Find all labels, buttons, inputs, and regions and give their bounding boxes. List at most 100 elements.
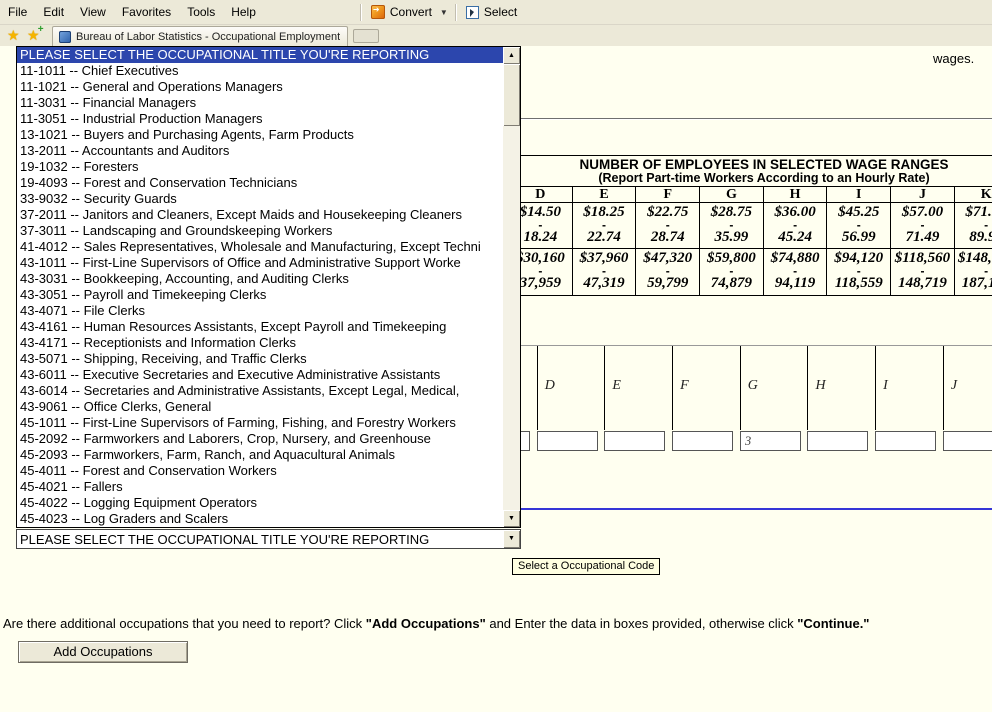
dropdown-option[interactable]: 43-1011 -- First-Line Supervisors of Off… [17,255,503,271]
entry-input[interactable] [807,431,868,451]
dropdown-option[interactable]: 43-9061 -- Office Clerks, General [17,399,503,415]
add-favorite-star-icon[interactable]: ★+ [27,27,40,44]
scrollbar-down-button[interactable]: ▼ [503,510,520,527]
dropdown-option[interactable]: 13-2011 -- Accountants and Auditors [17,143,503,159]
tab-bar: ★ ★+ Bureau of Labor Statistics - Occupa… [0,25,992,46]
dropdown-option[interactable]: 11-1021 -- General and Operations Manage… [17,79,503,95]
convert-label: Convert [390,5,432,19]
entry-cell: G [740,346,808,430]
annual-high-value: 187,199 [955,276,992,291]
entry-input[interactable] [943,431,992,451]
hourly-high-value: 89.99 [955,230,992,245]
blue-divider-line [469,508,992,510]
entry-cell: H [807,346,875,430]
hourly-high-value: 28.74 [636,230,699,245]
scrollbar-thumb[interactable] [503,64,520,126]
dropdown-option[interactable]: 11-3031 -- Financial Managers [17,95,503,111]
dropdown-option[interactable]: 43-4161 -- Human Resources Assistants, E… [17,319,503,335]
divider-line [469,118,992,120]
menu-item-favorites[interactable]: Favorites [114,1,179,23]
dropdown-option[interactable]: 45-4011 -- Forest and Conservation Worke… [17,463,503,479]
dropdown-option[interactable]: 43-4071 -- File Clerks [17,303,503,319]
dropdown-option[interactable]: 43-3051 -- Payroll and Timekeeping Clerk… [17,287,503,303]
dropdown-option[interactable]: 45-4023 -- Log Graders and Scalers [17,511,503,527]
dropdown-option[interactable]: 13-1021 -- Buyers and Purchasing Agents,… [17,127,503,143]
page-content: wages. NUMBER OF EMPLOYEES IN SELECTED W… [0,46,992,712]
dropdown-option-selected[interactable]: PLEASE SELECT THE OCCUPATIONAL TITLE YOU… [17,47,503,63]
favorites-star-icon[interactable]: ★ [7,27,20,44]
entry-cell: F [672,346,740,430]
dropdown-option[interactable]: 43-5071 -- Shipping, Receiving, and Traf… [17,351,503,367]
entry-cell: D [537,346,605,430]
menu-item-help[interactable]: Help [223,1,264,23]
entry-col-label: H [815,378,825,393]
plus-icon: + [38,24,44,35]
dropdown-option[interactable]: 11-1011 -- Chief Executives [17,63,503,79]
hourly-high-value: 71.49 [891,230,954,245]
footer-instructions: Are there additional occupations that yo… [3,616,988,631]
menu-item-file[interactable]: File [0,1,35,23]
entry-input[interactable] [875,431,936,451]
tab-title: Bureau of Labor Statistics - Occupationa… [76,31,340,43]
wage-col-header: F [636,187,700,202]
entry-col-label: E [612,378,621,393]
dropdown-option[interactable]: 43-6014 -- Secretaries and Administrativ… [17,383,503,399]
tab-favicon-icon [59,31,71,43]
menu-item-edit[interactable]: Edit [35,1,72,23]
dropdown-option[interactable]: 43-3031 -- Bookkeeping, Accounting, and … [17,271,503,287]
annual-high-value: 94,119 [764,276,827,291]
dropdown-option[interactable]: 19-4093 -- Forest and Conservation Techn… [17,175,503,191]
select-label: Select [484,5,517,19]
entry-input[interactable] [604,431,665,451]
wage-range-table: NUMBER OF EMPLOYEES IN SELECTED WAGE RAN… [508,155,992,296]
dropdown-option[interactable]: 45-4022 -- Logging Equipment Operators [17,495,503,511]
entry-cell: E [604,346,672,430]
new-tab-button[interactable] [353,29,379,43]
footer-add-occupations-ref: "Add Occupations" [366,616,486,631]
dropdown-option[interactable]: 33-9032 -- Security Guards [17,191,503,207]
entry-table: D E F G H I J [469,345,992,451]
dropdown-option[interactable]: 45-2093 -- Farmworkers, Farm, Ranch, and… [17,447,503,463]
browser-window: File Edit View Favorites Tools Help Conv… [0,0,992,712]
annual-high-value: 118,559 [827,276,890,291]
occupation-select[interactable]: PLEASE SELECT THE OCCUPATIONAL TITLE YOU… [16,529,521,549]
dropdown-option[interactable]: 45-1011 -- First-Line Supervisors of Far… [17,415,503,431]
annual-high-value: 47,319 [573,276,636,291]
dropdown-scrollbar[interactable]: ▲ ▼ [503,47,520,527]
dropdown-option[interactable]: 41-4012 -- Sales Representatives, Wholes… [17,239,503,255]
dropdown-option[interactable]: 37-3011 -- Landscaping and Groundskeepin… [17,223,503,239]
select-tool-icon [466,6,479,19]
dropdown-option[interactable]: 45-2092 -- Farmworkers and Laborers, Cro… [17,431,503,447]
hourly-high-value: 56.99 [827,230,890,245]
wage-col-header: H [764,187,828,202]
hourly-high-value: 35.99 [700,230,763,245]
menu-bar: File Edit View Favorites Tools Help Conv… [0,0,992,25]
select-button[interactable]: Select [461,3,522,21]
menu-item-view[interactable]: View [72,1,114,23]
dropdown-option[interactable]: 43-6011 -- Executive Secretaries and Exe… [17,367,503,383]
wage-table-header: NUMBER OF EMPLOYEES IN SELECTED WAGE RAN… [509,156,992,187]
dropdown-option[interactable]: 19-1032 -- Foresters [17,159,503,175]
wage-table-column-headers: D E F G H I J K [509,187,992,203]
scrollbar-up-button[interactable]: ▲ [503,47,520,64]
hourly-high-value: 45.24 [764,230,827,245]
wage-table-subtitle: (Report Part-time Workers According to a… [509,172,992,185]
dropdown-option[interactable]: 11-3051 -- Industrial Production Manager… [17,111,503,127]
convert-dropdown-arrow-icon[interactable]: ▼ [437,8,451,17]
convert-button[interactable]: Convert [366,3,437,21]
menu-item-tools[interactable]: Tools [179,1,223,23]
add-occupations-button[interactable]: Add Occupations [18,641,188,663]
dropdown-option[interactable]: 37-2011 -- Janitors and Cleaners, Except… [17,207,503,223]
wage-col-header: I [827,187,891,202]
annual-high-value: 59,799 [636,276,699,291]
dropdown-option[interactable]: 45-4021 -- Fallers [17,479,503,495]
entry-input[interactable] [672,431,733,451]
entry-table-cells: D E F G H I J [469,345,992,430]
entry-input[interactable] [740,431,801,451]
page-tab[interactable]: Bureau of Labor Statistics - Occupationa… [52,26,348,46]
dropdown-option[interactable]: 43-4171 -- Receptionists and Information… [17,335,503,351]
entry-input[interactable] [537,431,598,451]
annual-high-value: 148,719 [891,276,954,291]
select-arrow-button[interactable]: ▼ [503,530,520,548]
occupation-dropdown-list: PLEASE SELECT THE OCCUPATIONAL TITLE YOU… [16,46,521,528]
